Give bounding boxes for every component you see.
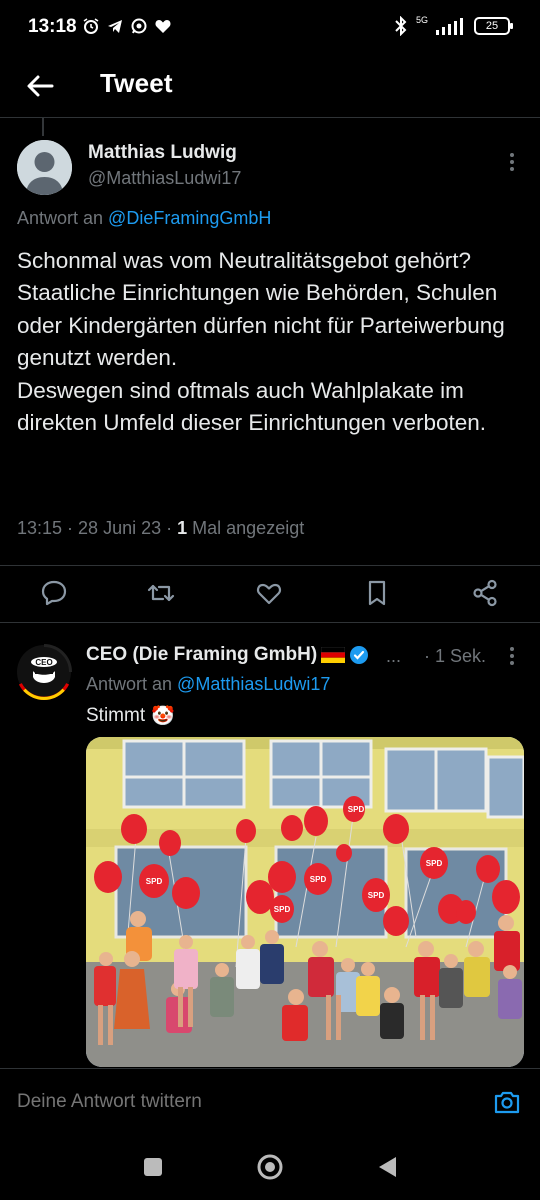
author-name[interactable]: Matthias Ludwig <box>88 142 237 164</box>
back-nav-button[interactable] <box>372 1152 402 1182</box>
camera-button[interactable] <box>492 1087 522 1117</box>
default-avatar-icon <box>17 140 72 195</box>
arrow-left-icon <box>27 75 54 97</box>
clown-emoji-icon: 🤡 <box>151 706 175 727</box>
whatsapp-icon <box>131 18 147 34</box>
more-dot <box>510 647 514 651</box>
more-dot <box>510 153 514 157</box>
divider <box>0 622 540 623</box>
home-button[interactable] <box>255 1152 285 1182</box>
views-label: Mal angezeigt <box>187 518 305 538</box>
author-handle[interactable]: @MatthiasLudwi17 <box>88 168 241 189</box>
page-title: Tweet <box>100 68 173 98</box>
bookmark-icon <box>368 580 386 606</box>
bluetooth-icon <box>395 16 407 36</box>
views-count: 1 <box>177 518 188 538</box>
more-dot <box>510 661 514 665</box>
like-button[interactable] <box>254 578 284 608</box>
speech-bubble-icon <box>41 580 67 606</box>
recents-button[interactable] <box>138 1152 168 1182</box>
system-status: 5G 25 <box>394 15 513 36</box>
balloon-label: SPD <box>368 891 385 900</box>
top-app-bar: Tweet <box>0 58 540 118</box>
notification-icons <box>82 17 172 35</box>
reply-timestamp[interactable]: · 1 Sek. <box>424 646 486 667</box>
heart-status-icon <box>155 20 171 33</box>
reply-composer <box>0 1068 540 1132</box>
more-options-button[interactable] <box>500 642 524 670</box>
battery-level: 25 <box>485 20 499 32</box>
battery-icon: 25 <box>474 17 513 35</box>
circle-icon <box>257 1154 283 1180</box>
tweet-time[interactable]: 13:15 <box>17 518 62 538</box>
german-flag-icon <box>321 647 346 663</box>
school-balloons-image: SPD SPD SPD SPD SPD SPD <box>86 737 524 1067</box>
bookmark-button[interactable] <box>362 578 392 608</box>
avatar[interactable]: CEO <box>16 644 72 700</box>
share-button[interactable] <box>470 578 500 608</box>
reply-context: Antwort an @MatthiasLudwi17 <box>86 674 330 695</box>
signal-icon <box>436 18 463 35</box>
tweet-actions <box>0 566 540 622</box>
more-options-button[interactable] <box>500 148 524 176</box>
tweet-date[interactable]: 28 Juni 23 <box>78 518 161 538</box>
tweet-metadata: 13:15 · 28 Juni 23 · 1 Mal angezeigt <box>17 518 304 539</box>
thread-connector <box>42 118 44 136</box>
reply-text-content: Stimmt <box>86 705 146 726</box>
triangle-back-icon <box>379 1157 396 1177</box>
name-truncation: ... <box>386 646 402 666</box>
balloon-label: SPD <box>310 875 327 884</box>
author-name-text: CEO (Die Framing GmbH) <box>86 644 318 665</box>
reply-mention-link[interactable]: @MatthiasLudwi17 <box>177 674 330 694</box>
back-button[interactable] <box>22 68 58 104</box>
status-time: 13:18 <box>28 16 77 37</box>
avatar[interactable] <box>17 140 72 195</box>
balloon-label: SPD <box>274 905 291 914</box>
retweet-icon <box>147 584 175 602</box>
tweet-text: Schonmal was vom Neutralitätsgebot gehör… <box>17 248 505 436</box>
tweet-photo[interactable]: SPD SPD SPD SPD SPD SPD <box>86 737 524 1067</box>
heart-icon <box>256 583 282 605</box>
status-bar: 13:18 5G 25 <box>0 0 540 58</box>
meta-separator: · <box>161 518 178 538</box>
system-navigation-bar <box>0 1132 540 1200</box>
camera-icon <box>494 1091 520 1114</box>
ceo-logo-icon: CEO <box>17 644 72 700</box>
reply-button[interactable] <box>39 578 69 608</box>
reply-context: Antwort an @DieFramingGmbH <box>17 208 271 229</box>
share-icon <box>473 579 497 607</box>
more-dot <box>510 654 514 658</box>
telegram-icon <box>108 20 122 33</box>
avatar-text: CEO <box>35 658 52 667</box>
meta-separator: · <box>62 518 79 538</box>
retweet-button[interactable] <box>146 578 176 608</box>
more-dot <box>510 160 514 164</box>
more-dot <box>510 167 514 171</box>
balloon-label: SPD <box>348 805 365 814</box>
balloon-label: SPD <box>146 877 163 886</box>
alarm-icon <box>83 18 99 34</box>
balloon-label: SPD <box>426 859 443 868</box>
reply-prefix: Antwort an <box>86 674 178 694</box>
verified-badge-icon <box>350 646 369 664</box>
reply-author-name[interactable]: CEO (Die Framing GmbH) <box>86 644 369 666</box>
reply-text: Stimmt 🤡 <box>86 704 175 728</box>
network-type: 5G <box>415 15 428 25</box>
reply-input[interactable] <box>17 1091 457 1113</box>
reply-mention-link[interactable]: @DieFramingGmbH <box>108 208 271 228</box>
square-icon <box>144 1158 162 1176</box>
reply-prefix: Antwort an <box>17 208 109 228</box>
